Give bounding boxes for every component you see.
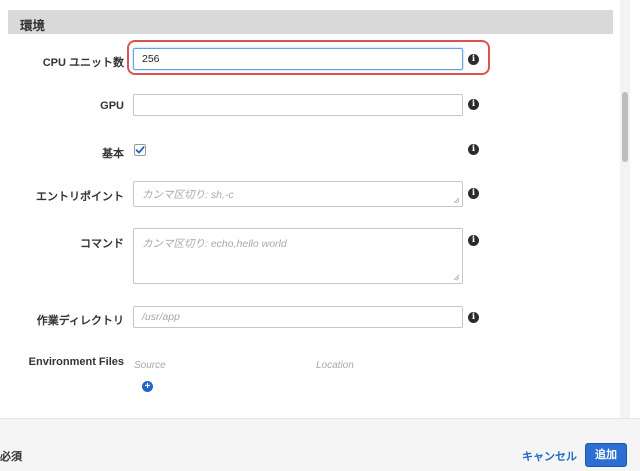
info-icon[interactable]: i — [468, 235, 479, 246]
environment-files-label: Environment Files — [28, 356, 124, 368]
location-column-header: Location — [316, 360, 354, 371]
add-button[interactable]: 追加 — [585, 443, 627, 467]
resize-handle-icon[interactable] — [453, 274, 460, 281]
working-directory-label: 作業ディレクトリ — [36, 315, 124, 327]
working-directory-placeholder: /usr/app — [142, 311, 180, 323]
section-title: 環境 — [20, 19, 46, 33]
resize-handle-icon[interactable] — [453, 197, 460, 204]
scrollbar[interactable] — [620, 0, 630, 418]
entry-point-label: エントリポイント — [36, 191, 124, 203]
add-environment-file-button[interactable]: + — [142, 381, 153, 392]
command-label: コマンド — [80, 238, 124, 250]
required-note: 必須 — [0, 451, 22, 463]
source-column-header: Source — [134, 360, 166, 371]
gpu-label: GPU — [100, 100, 124, 112]
essential-label: 基本 — [102, 148, 124, 160]
entry-point-placeholder: カンマ区切り: sh,-c — [142, 188, 234, 201]
gpu-input[interactable] — [133, 94, 463, 116]
info-icon[interactable]: i — [468, 312, 479, 323]
info-icon[interactable]: i — [468, 188, 479, 199]
cpu-units-label: CPU ユニット数 — [42, 57, 124, 69]
essential-checkbox[interactable] — [134, 144, 146, 156]
cpu-units-value: 256 — [142, 53, 160, 65]
working-directory-input[interactable]: /usr/app — [133, 306, 463, 328]
checkmark-icon — [135, 146, 145, 154]
scrollbar-thumb[interactable] — [622, 92, 628, 162]
section-header: 環境 — [8, 10, 613, 34]
command-textarea[interactable]: カンマ区切り: echo,hello world — [133, 228, 463, 284]
entry-point-textarea[interactable]: カンマ区切り: sh,-c — [133, 181, 463, 207]
command-placeholder: カンマ区切り: echo,hello world — [142, 238, 287, 250]
modal-footer: 必須 キャンセル 追加 — [0, 418, 640, 471]
info-icon[interactable]: i — [468, 144, 479, 155]
info-icon[interactable]: i — [468, 54, 479, 65]
task-definition-panel: 環境 CPU ユニット数 256 i GPU i 基本 i エントリポイント カ… — [0, 0, 630, 418]
info-icon[interactable]: i — [468, 99, 479, 110]
cpu-units-input[interactable]: 256 — [133, 48, 463, 70]
cancel-button[interactable]: キャンセル — [522, 448, 577, 464]
